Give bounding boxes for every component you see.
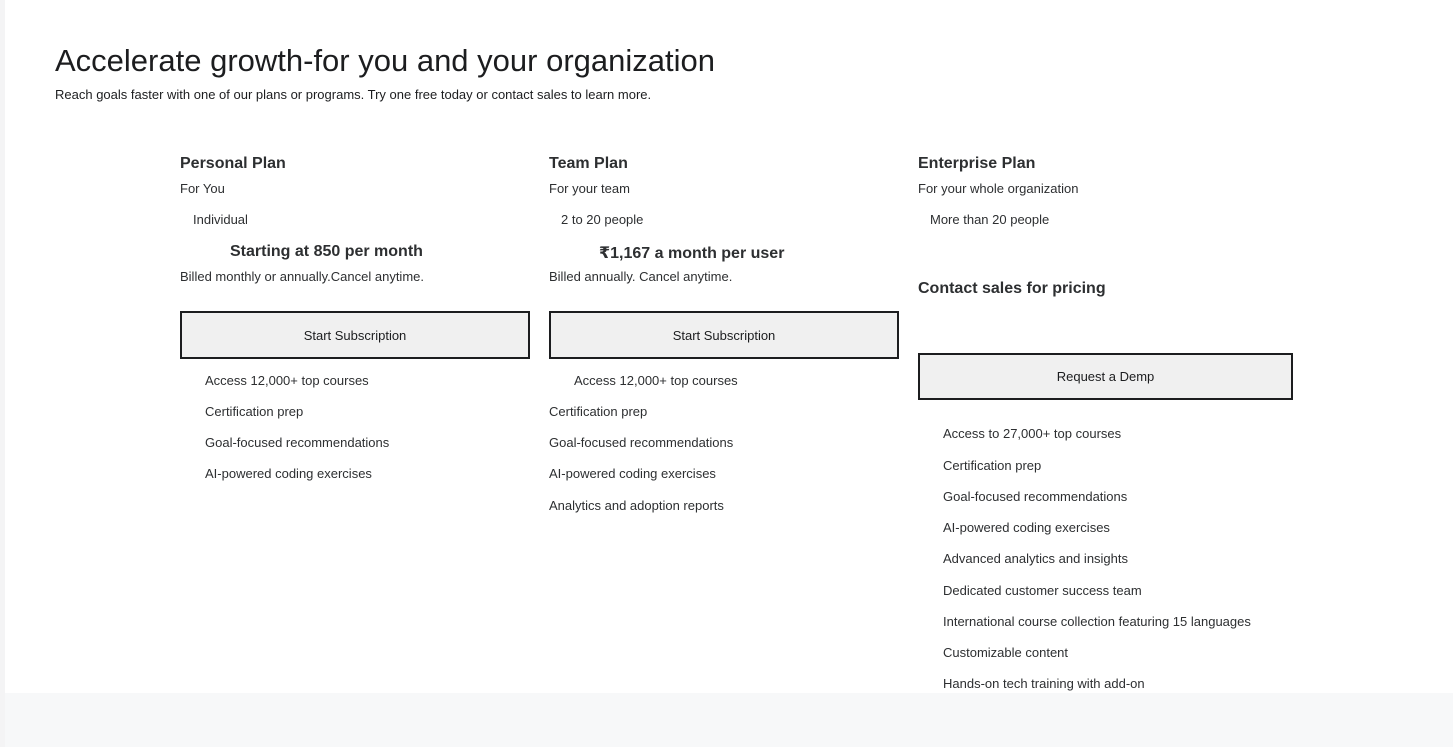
request-demo-button[interactable]: Request a Demp <box>918 353 1293 400</box>
plan-size: More than 20 people <box>930 212 1050 227</box>
feature-item: Goal-focused recommendations <box>205 435 390 450</box>
feature-item: International course collection featurin… <box>943 614 1251 629</box>
plan-card-enterprise: Enterprise Plan For your whole organizat… <box>918 154 1293 691</box>
plan-name: Team Plan <box>549 155 628 172</box>
feature-item: AI-powered coding exercises <box>549 466 716 481</box>
feature-item: Goal-focused recommendations <box>549 435 734 450</box>
feature-item: Goal-focused recommendations <box>943 489 1128 504</box>
plan-billing: Billed annually. Cancel anytime. <box>549 269 733 284</box>
feature-item: Certification prep <box>549 404 648 419</box>
page-title: Accelerate growth-for you and your organ… <box>55 43 715 78</box>
plan-size: Individual <box>193 212 248 227</box>
plan-card-team: Team Plan For your team 2 to 20 people ₹… <box>549 154 899 513</box>
plan-audience: For your whole organization <box>918 181 1079 196</box>
plan-name: Enterprise Plan <box>918 155 1036 172</box>
feature-item: Access 12,000+ top courses <box>205 373 369 388</box>
page-subtitle: Reach goals faster with one of our plans… <box>55 87 652 102</box>
feature-item: Analytics and adoption reports <box>549 498 724 513</box>
next-section-band <box>5 693 1453 747</box>
left-edge-divider <box>0 0 5 747</box>
feature-item: Certification prep <box>205 404 304 419</box>
start-subscription-button[interactable]: Start Subscription <box>549 311 899 359</box>
feature-item: Access to 27,000+ top courses <box>943 426 1122 441</box>
feature-item: Dedicated customer success team <box>943 583 1142 598</box>
feature-item: Advanced analytics and insights <box>943 551 1129 566</box>
plan-billing: Billed monthly or annually.Cancel anytim… <box>180 269 424 284</box>
start-subscription-button[interactable]: Start Subscription <box>180 311 530 359</box>
feature-item: Customizable content <box>943 645 1069 660</box>
plan-size: 2 to 20 people <box>561 212 644 227</box>
feature-item: Certification prep <box>943 458 1042 473</box>
plan-audience: For You <box>180 181 225 196</box>
plan-price: Starting at 850 per month <box>230 243 423 260</box>
plan-card-personal: Personal Plan For You Individual Startin… <box>180 154 530 481</box>
feature-item: Hands-on tech training with add-on <box>943 676 1145 691</box>
plan-audience: For your team <box>549 181 630 196</box>
plan-name: Personal Plan <box>180 155 286 172</box>
feature-item: Access 12,000+ top courses <box>574 373 738 388</box>
feature-item: AI-powered coding exercises <box>205 466 372 481</box>
feature-item: AI-powered coding exercises <box>943 520 1110 535</box>
plan-price: ₹1,167 a month per user <box>599 245 785 262</box>
contact-sales-text: Contact sales for pricing <box>918 280 1106 297</box>
